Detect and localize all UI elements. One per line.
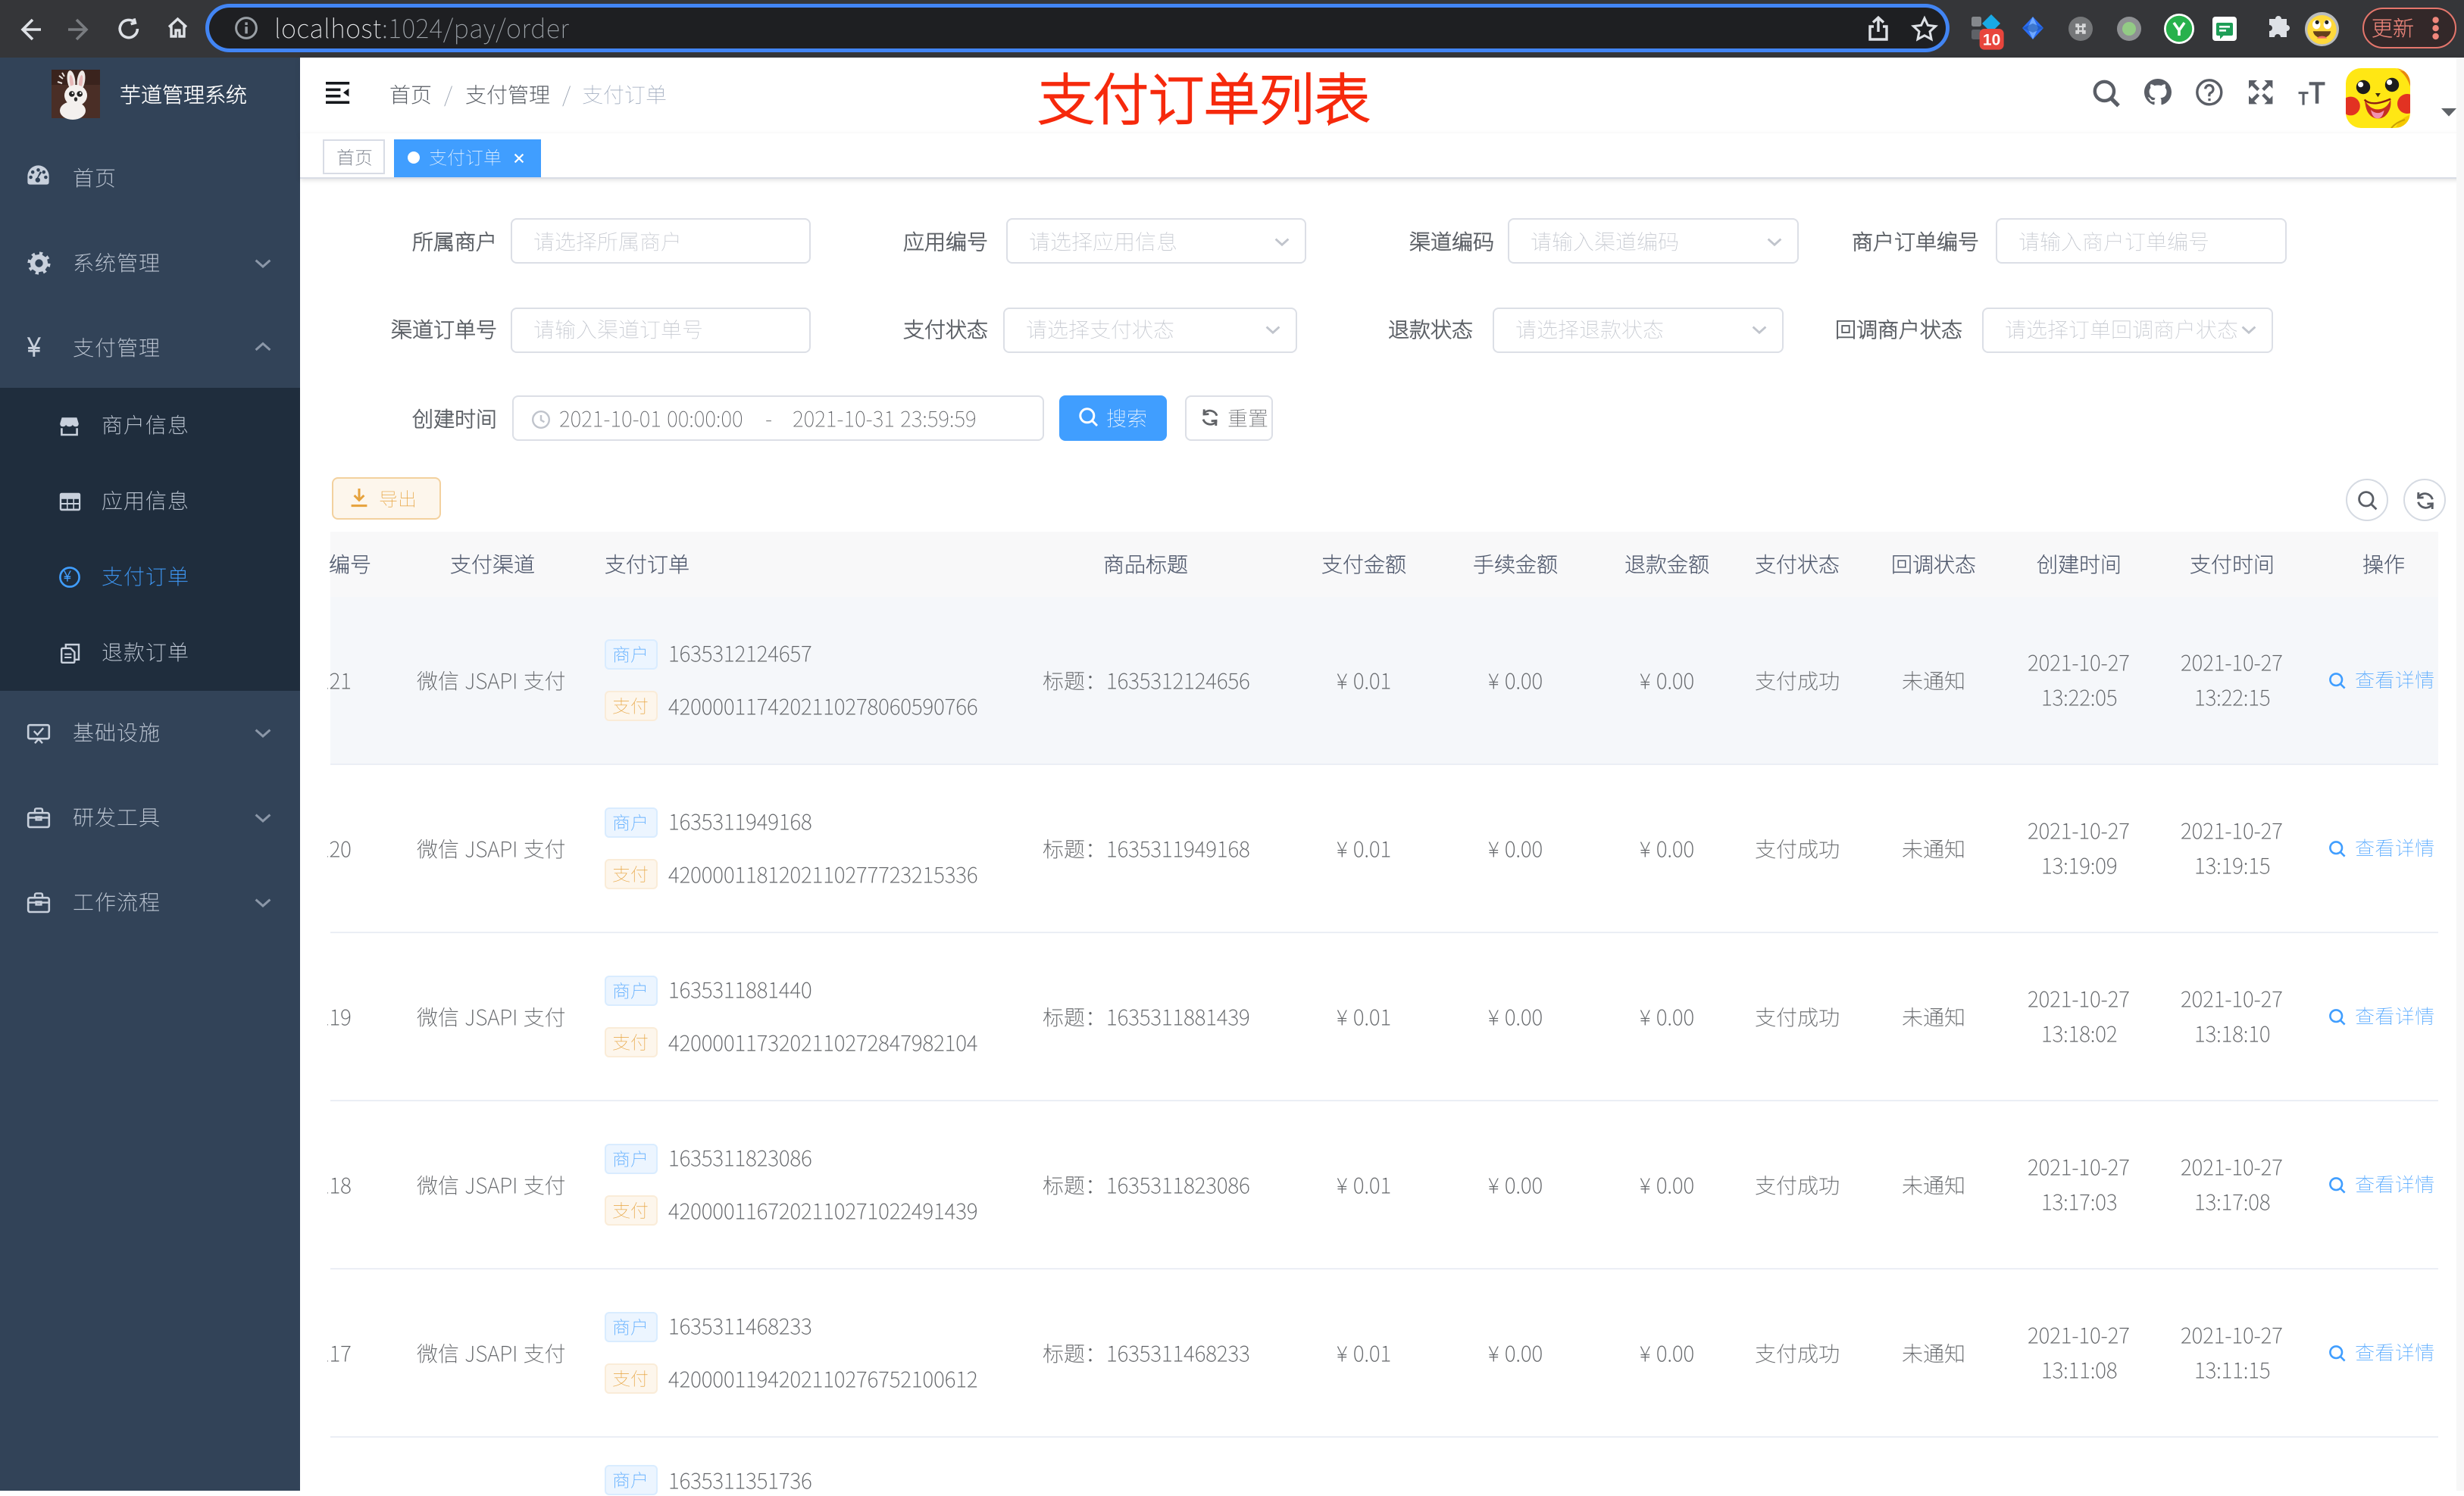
svg-text:10: 10 <box>1983 32 2000 49</box>
